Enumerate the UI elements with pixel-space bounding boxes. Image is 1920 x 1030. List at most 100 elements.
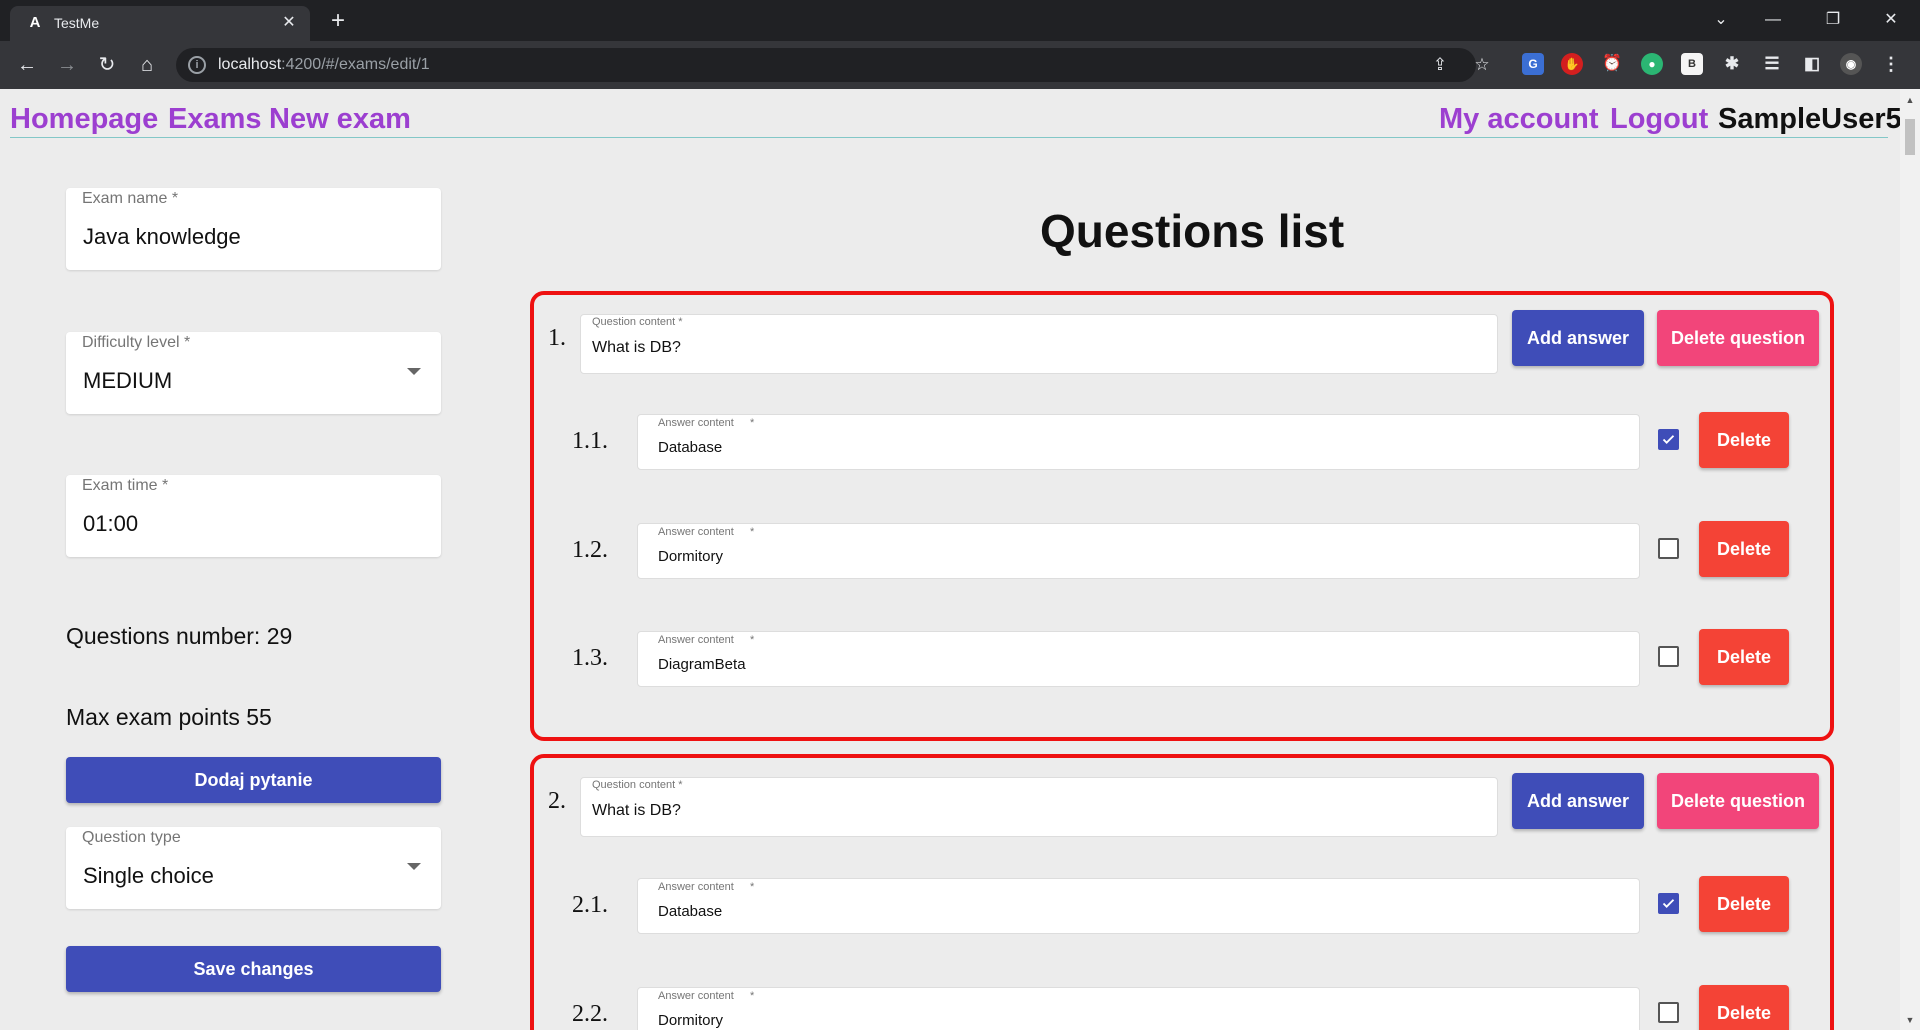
answer-number: 2.2.	[572, 1001, 608, 1027]
restore-icon[interactable]: ❐	[1818, 6, 1848, 34]
required-marker: *	[750, 881, 755, 893]
tab-search-icon[interactable]: ⌄	[1706, 6, 1736, 34]
url-text: localhost:4200/#/exams/edit/1	[218, 56, 430, 73]
answer-content-input[interactable]: Answer content * Dormitory	[637, 523, 1640, 579]
close-window-icon[interactable]: ✕	[1876, 6, 1906, 34]
answer-row: 1.3. Answer content * DiagramBeta Delete	[534, 629, 1830, 691]
question-content-input[interactable]: Question content * What is DB?	[580, 314, 1498, 374]
b-extension-icon[interactable]: B	[1681, 53, 1703, 75]
dropdown-arrow-icon[interactable]	[407, 368, 421, 375]
question-type-select[interactable]: Question type Single choice	[66, 827, 441, 909]
exam-time-field[interactable]: Exam time * 01:00	[66, 475, 441, 557]
correct-answer-checkbox[interactable]	[1658, 1002, 1679, 1023]
alarm-extension-icon[interactable]: ⏰	[1601, 53, 1623, 75]
delete-answer-button[interactable]: Delete	[1699, 521, 1789, 577]
nav-link-my-account[interactable]: My account	[1439, 103, 1599, 136]
required-marker: *	[750, 990, 755, 1002]
answer-row: 1.2. Answer content * Dormitory Delete	[534, 521, 1830, 583]
delete-answer-button[interactable]: Delete	[1699, 985, 1789, 1030]
nav-link-homepage[interactable]: Homepage	[10, 103, 158, 136]
exam-time-label: Exam time *	[82, 477, 169, 494]
exam-time-value[interactable]: 01:00	[83, 511, 138, 537]
bookmark-star-icon[interactable]: ☆	[1472, 55, 1492, 75]
browser-toolbar: ← → ↻ ⌂ i localhost:4200/#/exams/edit/1 …	[0, 41, 1920, 89]
required-marker: *	[750, 417, 755, 429]
question-card: 2. Question content * What is DB? Add an…	[530, 754, 1834, 1030]
add-answer-button[interactable]: Add answer	[1512, 310, 1644, 366]
correct-answer-checkbox[interactable]	[1658, 646, 1679, 667]
delete-answer-button[interactable]: Delete	[1699, 876, 1789, 932]
scroll-down-arrow-icon[interactable]: ▼	[1905, 1015, 1915, 1025]
adblock-extension-icon[interactable]: ✋	[1561, 53, 1583, 75]
translate-extension-icon[interactable]: G	[1522, 53, 1544, 75]
answer-content-input[interactable]: Answer content * DiagramBeta	[637, 631, 1640, 687]
answer-content-label: Answer content	[658, 881, 734, 893]
difficulty-value[interactable]: MEDIUM	[83, 368, 172, 394]
home-icon[interactable]: ⌂	[133, 51, 161, 79]
exam-name-label: Exam name *	[82, 190, 179, 207]
save-changes-button[interactable]: Save changes	[66, 946, 441, 992]
minimize-icon[interactable]: —	[1758, 6, 1788, 34]
side-panel-icon[interactable]: ◧	[1801, 53, 1823, 75]
answer-content-input[interactable]: Answer content * Dormitory	[637, 987, 1640, 1030]
required-marker: *	[750, 526, 755, 538]
question-type-label: Question type	[82, 829, 181, 846]
add-answer-button[interactable]: Add answer	[1512, 773, 1644, 829]
correct-answer-checkbox[interactable]	[1658, 538, 1679, 559]
delete-question-button[interactable]: Delete question	[1657, 310, 1819, 366]
exam-name-value[interactable]: Java knowledge	[83, 224, 241, 250]
new-tab-icon[interactable]: +	[324, 8, 352, 36]
nav-link-exams[interactable]: Exams	[168, 103, 262, 136]
site-info-icon[interactable]: i	[188, 56, 206, 74]
exam-name-field[interactable]: Exam name * Java knowledge	[66, 188, 441, 270]
scrollbar-thumb[interactable]	[1905, 119, 1915, 155]
question-content-value[interactable]: What is DB?	[592, 339, 681, 357]
question-card: 1. Question content * What is DB? Add an…	[530, 291, 1834, 741]
question-number: 2.	[548, 788, 566, 814]
required-marker: *	[750, 634, 755, 646]
share-icon[interactable]: ⇪	[1430, 55, 1450, 75]
questions-list-title: Questions list	[1040, 205, 1345, 257]
browser-tab[interactable]: A TestMe ✕	[10, 6, 310, 41]
back-icon[interactable]: ←	[13, 51, 41, 79]
difficulty-select[interactable]: Difficulty level * MEDIUM	[66, 332, 441, 414]
media-control-icon[interactable]: ☰	[1761, 53, 1783, 75]
question-number: 1.	[548, 325, 566, 351]
answer-content-value[interactable]: Database	[658, 903, 722, 920]
extensions-puzzle-icon[interactable]: ✱	[1721, 53, 1743, 75]
answer-content-label: Answer content	[658, 634, 734, 646]
answer-content-value[interactable]: Dormitory	[658, 548, 723, 565]
answer-content-label: Answer content	[658, 526, 734, 538]
question-content-label: Question content *	[592, 779, 683, 791]
address-bar[interactable]: i localhost:4200/#/exams/edit/1 ⇪ ☆	[176, 48, 1490, 82]
close-tab-icon[interactable]: ✕	[278, 12, 300, 34]
tab-title: TestMe	[54, 15, 100, 31]
page-scrollbar[interactable]: ▲ ▼	[1900, 89, 1920, 1030]
add-question-button[interactable]: Dodaj pytanie	[66, 757, 441, 803]
reload-icon[interactable]: ↻	[93, 51, 121, 79]
delete-answer-button[interactable]: Delete	[1699, 412, 1789, 468]
question-content-value[interactable]: What is DB?	[592, 802, 681, 820]
delete-question-button[interactable]: Delete question	[1657, 773, 1819, 829]
correct-answer-checkbox[interactable]	[1658, 429, 1679, 450]
scroll-up-arrow-icon[interactable]: ▲	[1905, 95, 1915, 105]
profile-avatar-icon[interactable]: ◉	[1840, 53, 1862, 75]
dropdown-arrow-icon[interactable]	[407, 863, 421, 870]
grammar-extension-icon[interactable]: ●	[1641, 53, 1663, 75]
nav-link-new-exam[interactable]: New exam	[269, 103, 411, 136]
page-content: Homepage Exams New exam My account Logou…	[0, 89, 1902, 1030]
question-type-value[interactable]: Single choice	[83, 863, 214, 889]
questions-number-text: Questions number: 29	[66, 623, 293, 649]
forward-icon[interactable]: →	[53, 51, 81, 79]
answer-content-input[interactable]: Answer content * Database	[637, 878, 1640, 934]
question-content-input[interactable]: Question content * What is DB?	[580, 777, 1498, 837]
nav-link-logout[interactable]: Logout	[1610, 103, 1708, 136]
answer-content-value[interactable]: Database	[658, 439, 722, 456]
browser-menu-icon[interactable]: ⋮	[1880, 53, 1902, 75]
answer-content-value[interactable]: Dormitory	[658, 1012, 723, 1029]
answer-number: 1.1.	[572, 428, 608, 454]
delete-answer-button[interactable]: Delete	[1699, 629, 1789, 685]
answer-content-value[interactable]: DiagramBeta	[658, 656, 746, 673]
correct-answer-checkbox[interactable]	[1658, 893, 1679, 914]
answer-content-input[interactable]: Answer content * Database	[637, 414, 1640, 470]
